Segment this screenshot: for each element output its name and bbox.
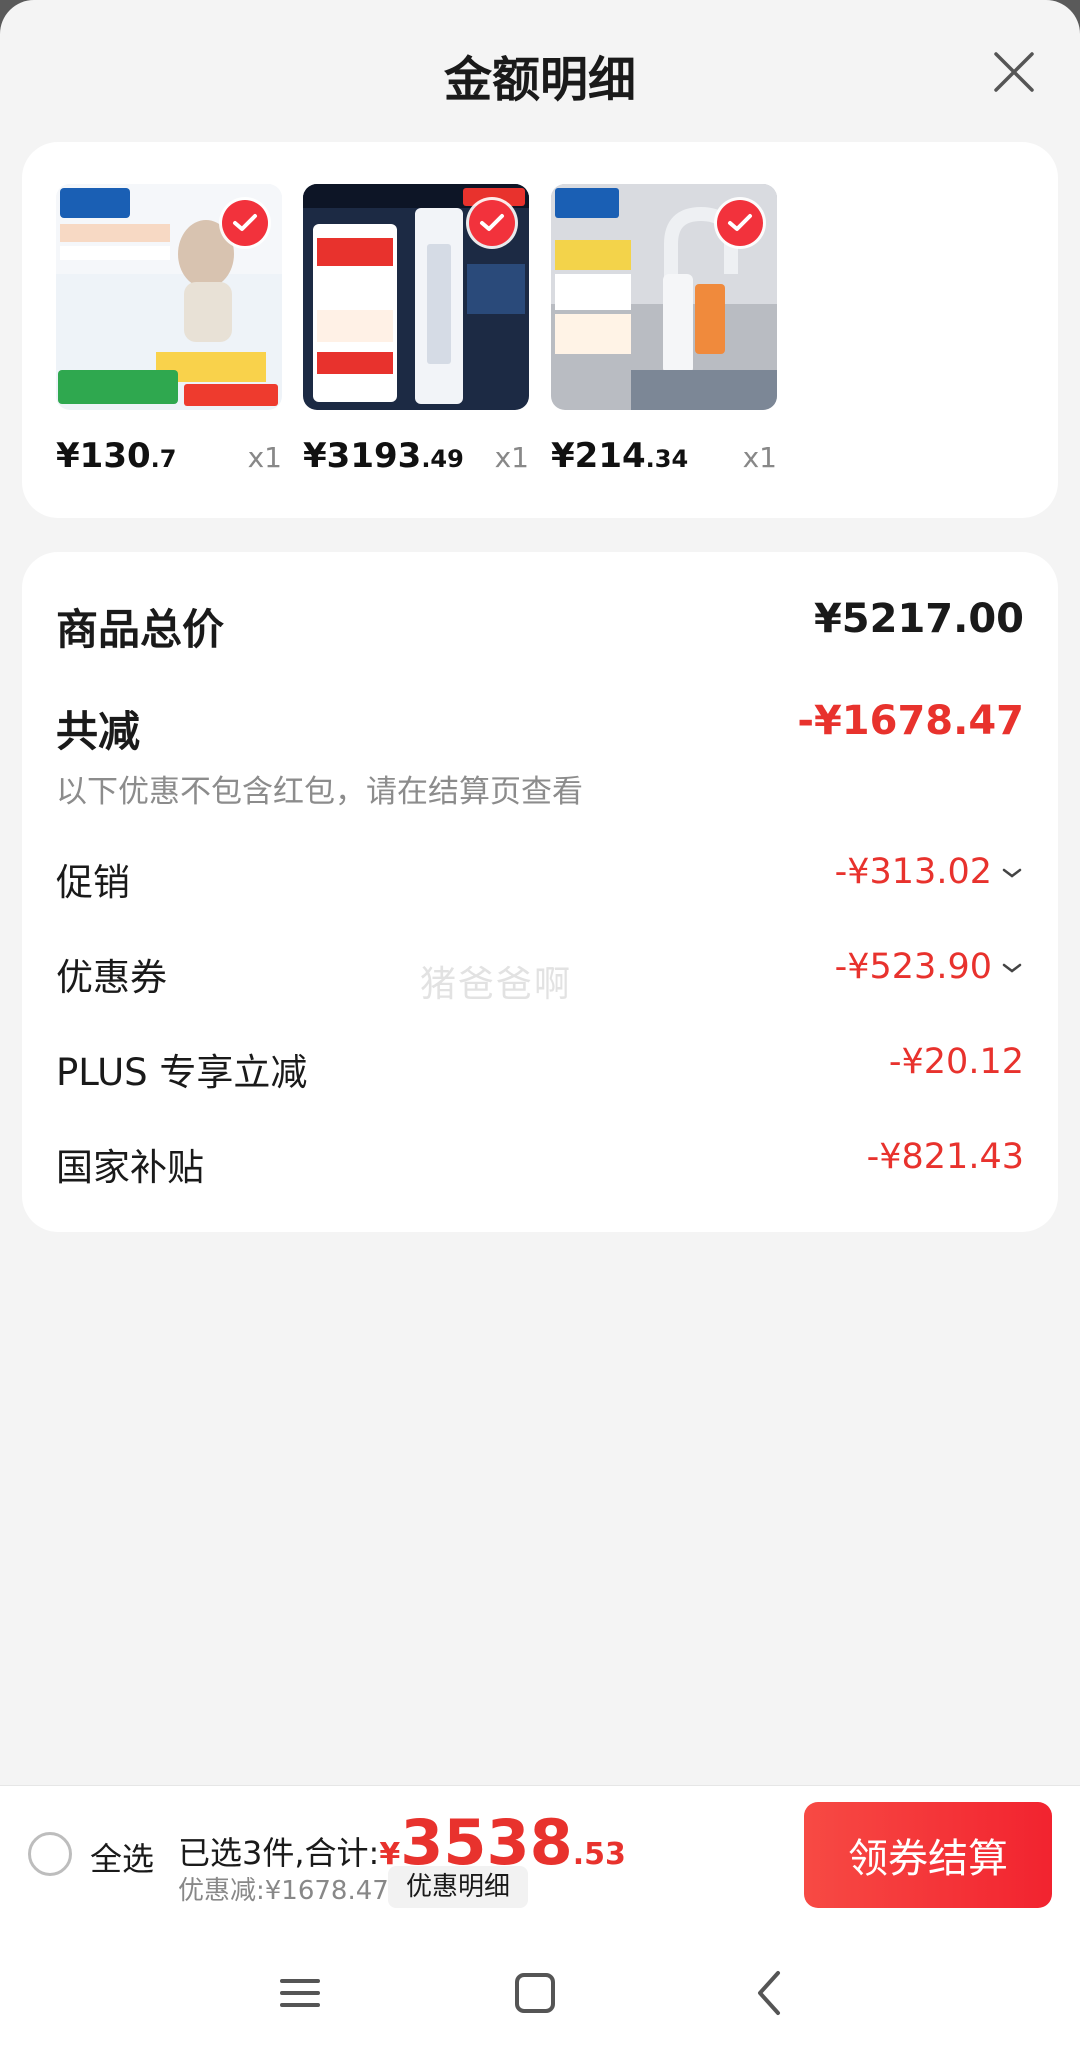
chevron-down-icon[interactable]	[1000, 961, 1024, 975]
price-integer: 130	[79, 436, 151, 476]
chevron-down-icon[interactable]	[1000, 866, 1024, 880]
coupon-label: 优惠券	[56, 956, 167, 999]
total-reduction-label: 共减	[56, 707, 141, 756]
discount-note: 以下优惠不包含红包，请在结算页查看	[56, 774, 583, 810]
national-subsidy-label: 国家补贴	[56, 1146, 204, 1189]
product-item[interactable]: ¥3193.49 x1	[303, 184, 529, 480]
national-subsidy-row: 国家补贴 -¥821.43	[56, 1137, 1024, 1189]
plus-discount-label: PLUS 专享立减	[56, 1051, 308, 1094]
menu-button[interactable]	[270, 1963, 330, 2023]
check-icon	[480, 214, 504, 231]
plus-discount-value: -¥20.12	[888, 1042, 1024, 1082]
price-decimal: .49	[421, 445, 464, 473]
promotion-value: -¥313.02	[834, 852, 992, 892]
home-button[interactable]	[505, 1963, 565, 2023]
watermark: 猪爸爸啊	[420, 964, 573, 1005]
product-thumbnail[interactable]	[551, 184, 777, 410]
select-all-checkbox[interactable]	[28, 1832, 72, 1876]
price-decimal: .7	[150, 445, 177, 473]
product-item[interactable]: ¥214.34 x1	[551, 184, 777, 480]
select-all-label[interactable]: 全选	[90, 1834, 154, 1880]
promotion-value-group: -¥313.02	[835, 852, 1024, 892]
close-button[interactable]	[988, 46, 1040, 98]
product-price: ¥214.34	[551, 436, 688, 476]
total-price-value: ¥5217.00	[813, 596, 1024, 642]
price-summary-card: 商品总价 ¥5217.00 共减 -¥1678.47 以下优惠不包含红包，请在结…	[22, 552, 1058, 1232]
sheet-header: 金额明细	[0, 0, 1080, 140]
product-quantity: x1	[742, 441, 777, 474]
product-thumbnail[interactable]	[56, 184, 282, 410]
currency-symbol: ¥	[551, 436, 575, 476]
price-integer: 3193	[326, 436, 422, 476]
coupon-value-group: -¥523.90	[835, 947, 1024, 987]
product-quantity: x1	[247, 441, 282, 474]
currency-symbol: ¥	[56, 436, 80, 476]
currency-symbol: ¥	[303, 436, 327, 476]
close-icon	[994, 52, 1034, 92]
selected-count-text: 已选3件,合计:	[178, 1834, 380, 1872]
total-price-row: 商品总价 ¥5217.00	[56, 596, 1024, 656]
total-amount-decimal: .53	[572, 1837, 626, 1872]
check-icon	[728, 214, 752, 231]
promotion-label: 促销	[56, 861, 130, 904]
total-price-label: 商品总价	[56, 605, 225, 654]
total-reduction-row: 共减 -¥1678.47	[56, 698, 1024, 758]
checkout-button[interactable]: 领券结算	[804, 1802, 1052, 1908]
checkout-bar: 全选 已选3件,合计:¥3538.53 优惠减:¥1678.47 优惠明细 领券…	[0, 1785, 1080, 1923]
selected-check[interactable]	[222, 200, 268, 246]
discount-detail-button[interactable]: 优惠明细	[388, 1866, 529, 1908]
menu-icon	[280, 1979, 320, 2007]
national-subsidy-value: -¥821.43	[866, 1137, 1024, 1177]
back-button[interactable]	[740, 1963, 800, 2023]
amount-detail-sheet: 金额明细 ¥130.7 x1 ¥3193.49 x1 ¥214.34 x1 商品…	[0, 0, 1080, 2053]
page-title: 金额明细	[443, 52, 636, 108]
product-quantity: x1	[494, 441, 529, 474]
promotion-row[interactable]: 促销 -¥313.02	[56, 852, 1024, 904]
discount-note-row: 以下优惠不包含红包，请在结算页查看	[56, 766, 1024, 810]
product-price: ¥130.7	[56, 436, 176, 476]
product-thumbnail[interactable]	[303, 184, 529, 410]
price-decimal: .34	[645, 445, 689, 473]
system-nav-bar	[0, 1923, 1080, 2053]
products-card: ¥130.7 x1 ¥3193.49 x1 ¥214.34 x1	[22, 142, 1058, 518]
back-icon	[758, 1971, 780, 2015]
selected-check[interactable]	[469, 200, 515, 246]
home-icon	[515, 1973, 555, 2013]
discount-amount: 优惠减:¥1678.47	[178, 1876, 389, 1906]
product-item[interactable]: ¥130.7 x1	[56, 184, 282, 480]
plus-discount-row: PLUS 专享立减 -¥20.12	[56, 1042, 1024, 1094]
price-integer: 214	[574, 436, 646, 476]
coupon-value: -¥523.90	[834, 947, 992, 987]
total-reduction-value: -¥1678.47	[797, 698, 1024, 744]
selected-check[interactable]	[717, 200, 763, 246]
check-icon	[233, 214, 257, 231]
product-price: ¥3193.49	[303, 436, 464, 476]
